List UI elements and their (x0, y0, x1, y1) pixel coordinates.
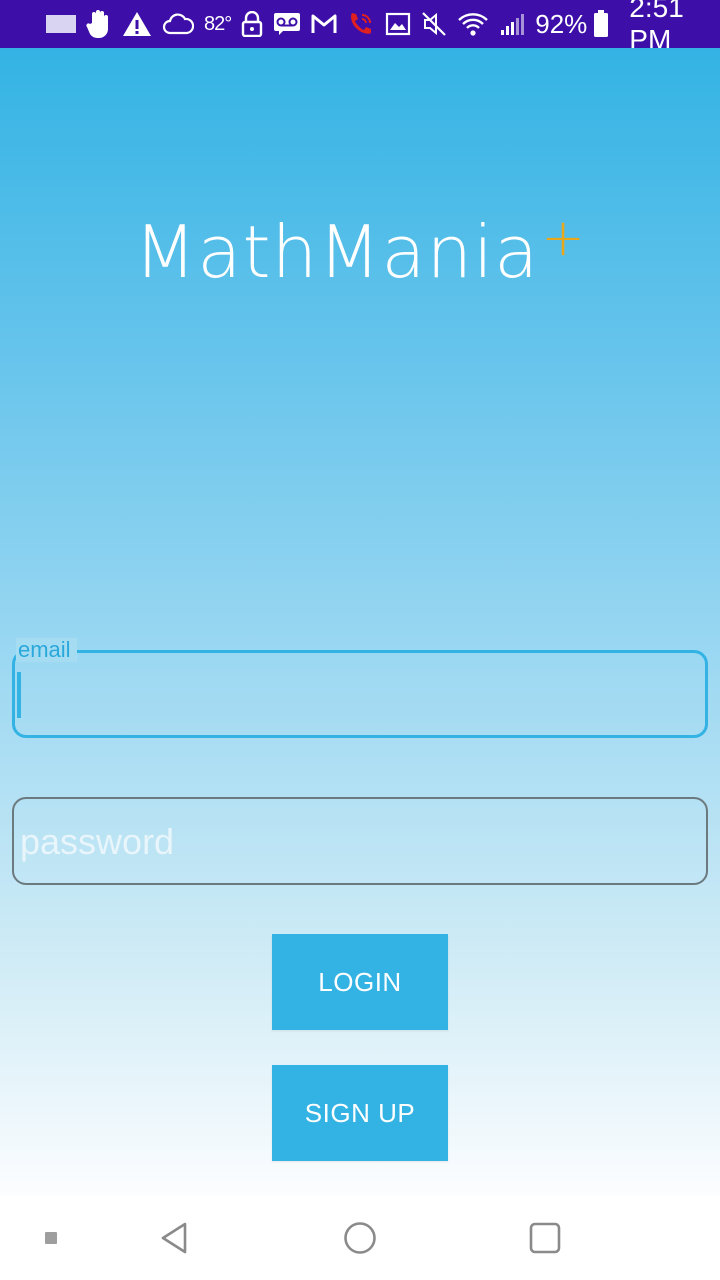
status-bar: 82° 92% 2:51 PM (0, 0, 720, 55)
recents-dot-icon[interactable] (30, 1196, 72, 1280)
login-button[interactable]: LOGIN (272, 934, 448, 1030)
email-input[interactable] (18, 658, 702, 732)
navigation-bar (0, 1196, 720, 1280)
image-icon (385, 9, 411, 39)
lock-icon (241, 9, 263, 39)
app-title-text: MathMania (134, 210, 540, 294)
app-title-plus: + (541, 208, 586, 268)
signup-button[interactable]: SIGN UP (272, 1065, 448, 1161)
email-field[interactable]: email (12, 638, 708, 738)
home-icon[interactable] (335, 1196, 385, 1280)
login-screen: MathMania+ email LOGIN SIGN UP (0, 48, 720, 1196)
signal-icon (499, 9, 525, 39)
voicemail-icon (273, 9, 301, 39)
password-input[interactable] (18, 805, 702, 879)
wifi-icon (457, 9, 489, 39)
hand-icon (86, 9, 112, 39)
battery-icon (593, 9, 609, 39)
wifi-call-icon (347, 9, 375, 39)
mute-icon (421, 9, 447, 39)
warning-icon (122, 9, 152, 39)
battery-percent: 92% (535, 8, 588, 39)
overview-icon[interactable] (520, 1196, 570, 1280)
screen-icon (46, 9, 76, 39)
back-icon[interactable] (150, 1196, 200, 1280)
password-field[interactable] (12, 797, 708, 885)
gmail-icon (311, 9, 337, 39)
temperature-text: 82° (204, 12, 232, 35)
app-title: MathMania+ (0, 208, 720, 294)
cloud-icon (162, 9, 194, 39)
